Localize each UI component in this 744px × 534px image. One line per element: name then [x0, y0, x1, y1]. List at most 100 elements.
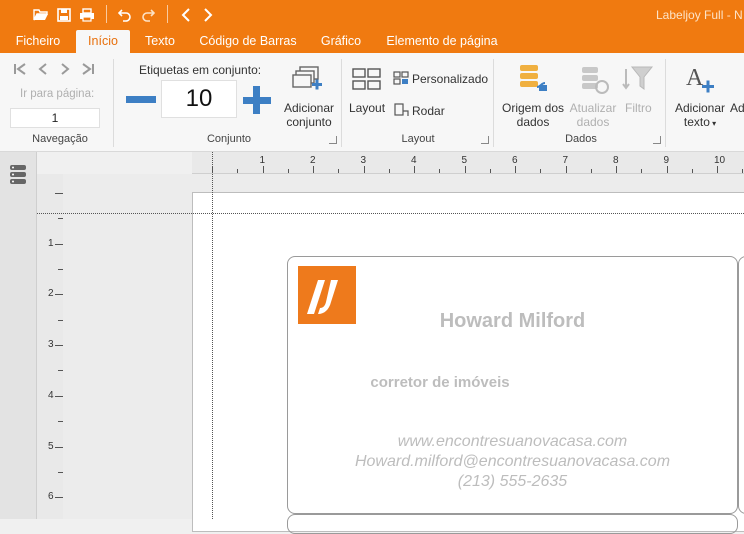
tab-ficheiro[interactable]: Ficheiro	[8, 30, 68, 53]
redo-icon[interactable]	[139, 6, 157, 24]
chevron-right-icon[interactable]	[199, 6, 217, 24]
ruler-tick	[691, 169, 693, 173]
ruler-tick	[55, 395, 63, 397]
page-number-input[interactable]: 1	[10, 108, 100, 128]
label-role-text[interactable]: corretor de imóveis	[287, 374, 593, 391]
data-source-label-line1[interactable]: Origem dos	[500, 101, 566, 115]
group-label-data: Dados	[565, 133, 597, 145]
label-website-text[interactable]: www.encontresuanovacasa.com	[287, 433, 738, 451]
ruler-tick	[717, 166, 718, 173]
custom-layout-label[interactable]: Personalizado	[412, 72, 488, 86]
ruler-tick	[590, 169, 592, 173]
layout-dialog-launcher-icon[interactable]	[481, 136, 489, 144]
label-phone-text[interactable]: (213) 555-2635	[287, 473, 738, 491]
add-text-label-line2[interactable]: texto ▾	[673, 115, 727, 129]
ruler-number: 5	[48, 440, 54, 452]
group-label-layout: Layout	[401, 133, 435, 145]
tab-codigo-de-barras[interactable]: Código de Barras	[196, 30, 300, 53]
ruler-tick	[338, 169, 340, 173]
ruler-tick	[58, 370, 63, 372]
labels-quantity-input[interactable]: 10	[161, 80, 237, 118]
ribbon-panel: Ir para página: 1 Navegação Etiquetas em…	[0, 53, 744, 152]
set-dialog-launcher-icon[interactable]	[329, 136, 337, 144]
filter-label[interactable]: Filtro	[625, 101, 652, 115]
ruler-tick	[55, 497, 63, 499]
rotate-icon[interactable]	[393, 103, 409, 117]
group-separator	[113, 59, 114, 147]
ruler-number: 1	[48, 237, 54, 249]
ruler-tick	[565, 166, 567, 173]
title-bar: Labeljoy Full - N	[0, 0, 744, 30]
labels-in-set-label: Etiquetas em conjunto:	[139, 63, 262, 77]
ruler-tick	[439, 169, 441, 173]
ruler-number: 4	[411, 155, 417, 166]
ribbon-tabs: Ficheiro Início Texto Código de Barras G…	[0, 30, 744, 53]
add-text-icon[interactable]: A	[684, 63, 718, 95]
update-data-icon[interactable]	[580, 65, 610, 95]
add-more-label[interactable]: Ad	[730, 101, 744, 115]
ruler-tick	[58, 269, 63, 271]
database-icon[interactable]	[9, 164, 27, 184]
ruler-number: 3	[48, 339, 54, 351]
ruler-tick	[55, 193, 63, 194]
ruler-tick	[58, 471, 63, 473]
add-text-label-line1[interactable]: Adicionar	[673, 101, 727, 115]
filter-icon[interactable]	[622, 65, 654, 93]
add-set-label-line1[interactable]: Adicionar	[282, 101, 336, 115]
horizontal-ruler: 1 2 3 4 5 6 7 8 9 10	[192, 152, 744, 174]
ruler-number: 6	[48, 491, 54, 503]
add-set-icon[interactable]	[292, 65, 324, 95]
goto-page-label: Ir para página:	[20, 88, 95, 100]
vertical-ruler: 1 2 3 4 5 6	[37, 174, 63, 519]
update-data-label-line1[interactable]: Atualizar	[566, 101, 620, 115]
ruler-number: 2	[310, 155, 316, 166]
previous-page-icon[interactable]	[36, 62, 50, 76]
data-source-label-line2[interactable]: dados	[500, 115, 566, 129]
ruler-tick	[616, 166, 617, 173]
ruler-tick	[55, 345, 63, 347]
group-label-navigation: Navegação	[32, 133, 88, 145]
ruler-tick	[540, 169, 542, 173]
data-source-icon[interactable]	[517, 63, 549, 95]
label-card-below[interactable]	[287, 514, 738, 534]
folder-open-icon[interactable]	[32, 6, 50, 24]
tab-elemento-de-pagina[interactable]: Elemento de página	[382, 30, 502, 53]
layout-grid-icon[interactable]	[352, 67, 382, 91]
tab-grafico[interactable]: Gráfico	[314, 30, 368, 53]
increase-quantity-button[interactable]	[242, 86, 272, 116]
floppy-icon[interactable]	[55, 6, 73, 24]
tools-side-panel	[0, 152, 37, 519]
custom-layout-icon[interactable]	[393, 71, 409, 85]
label-email-text[interactable]: Howard.milford@encontresuanovacasa.com	[287, 453, 738, 471]
rotate-label[interactable]: Rodar	[412, 104, 445, 118]
chevron-left-icon[interactable]	[177, 6, 195, 24]
ruler-tick	[641, 169, 643, 173]
ruler-number: 9	[663, 155, 670, 166]
decrease-quantity-button[interactable]	[126, 96, 156, 103]
ruler-tick	[55, 243, 63, 245]
ruler-tick	[55, 446, 63, 448]
last-page-icon[interactable]	[81, 62, 95, 76]
ruler-tick	[515, 166, 516, 173]
ruler-number: 4	[48, 389, 54, 401]
undo-icon[interactable]	[116, 6, 134, 24]
ruler-corner	[37, 152, 192, 174]
app-title: Labeljoy Full - N	[656, 8, 743, 22]
layout-button-label[interactable]: Layout	[349, 101, 385, 115]
tab-inicio[interactable]: Início	[76, 30, 130, 53]
label-card-next[interactable]	[738, 256, 744, 514]
group-separator	[341, 59, 342, 147]
label-name-text[interactable]: Howard Milford	[287, 310, 738, 333]
ruler-number: 8	[613, 155, 619, 166]
tab-texto[interactable]: Texto	[138, 30, 182, 53]
printer-icon[interactable]	[78, 6, 96, 24]
data-dialog-launcher-icon[interactable]	[653, 136, 661, 144]
next-page-icon[interactable]	[58, 62, 72, 76]
update-data-label-line2[interactable]: dados	[566, 115, 620, 129]
add-set-label-line2[interactable]: conjunto	[282, 115, 336, 129]
ruler-tick	[464, 166, 466, 173]
first-page-icon[interactable]	[13, 62, 27, 76]
ruler-tick	[414, 166, 415, 173]
ruler-number: 2	[48, 288, 54, 300]
vertical-margin-guide	[212, 152, 213, 519]
